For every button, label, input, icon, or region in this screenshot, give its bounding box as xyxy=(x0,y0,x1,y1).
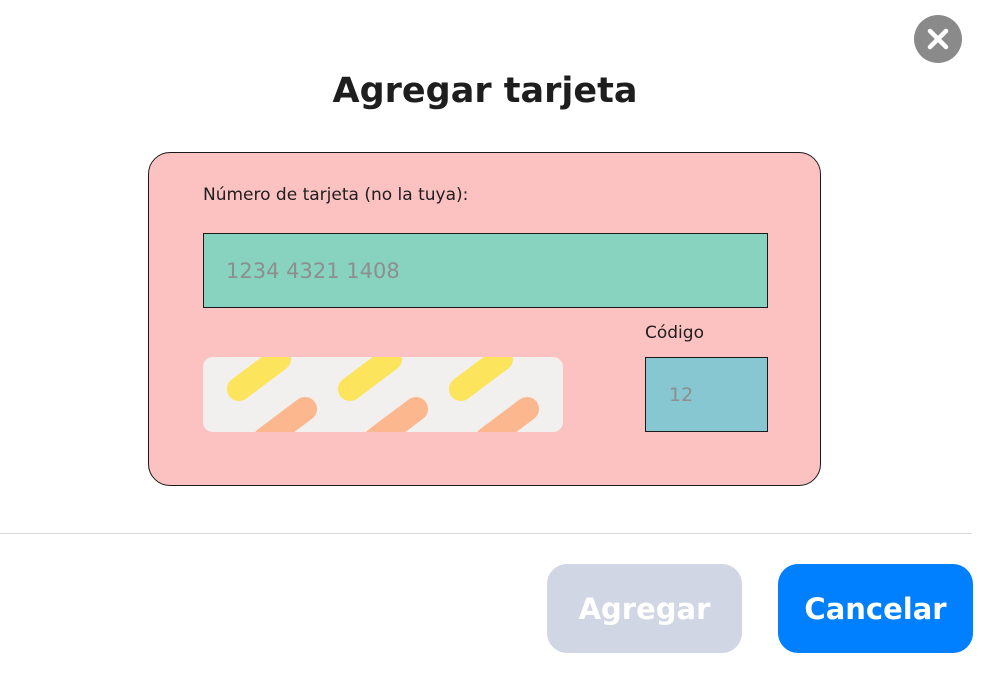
code-label: Código xyxy=(645,323,704,343)
add-card-dialog: Agregar tarjeta Número de tarjeta (no la… xyxy=(0,0,988,674)
card-number-label: Número de tarjeta (no la tuya): xyxy=(203,185,469,205)
close-button[interactable] xyxy=(914,15,962,63)
code-input[interactable] xyxy=(645,357,768,432)
close-icon xyxy=(927,28,949,50)
cancel-button[interactable]: Cancelar xyxy=(778,564,973,653)
credit-card-form: Número de tarjeta (no la tuya): Código xyxy=(148,152,821,486)
add-button[interactable]: Agregar xyxy=(547,564,742,653)
card-stripe-pattern-icon xyxy=(227,357,539,432)
footer-divider xyxy=(0,533,972,534)
dialog-title: Agregar tarjeta xyxy=(332,71,638,111)
card-number-input[interactable] xyxy=(203,233,768,308)
card-stripe-decoration xyxy=(203,357,563,432)
